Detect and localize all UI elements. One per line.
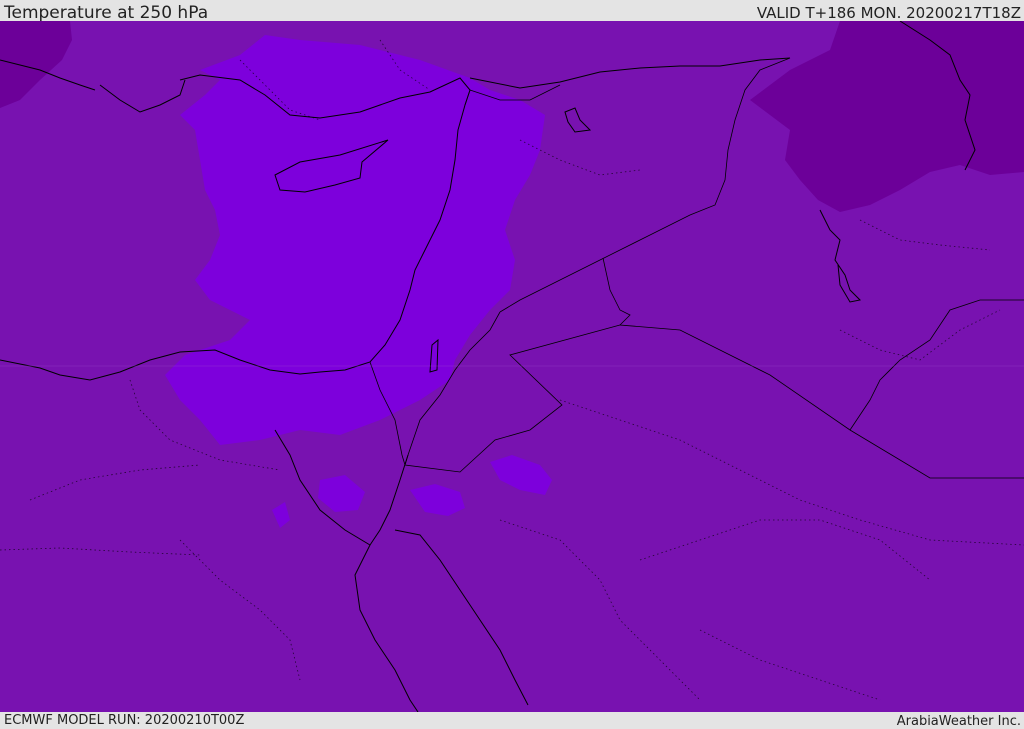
temperature-map [0,21,1024,712]
model-run-label: ECMWF MODEL RUN: 20200210T00Z [4,713,245,728]
bottom-footer-bar: ECMWF MODEL RUN: 20200210T00Z ArabiaWeat… [0,712,1024,729]
valid-time: VALID T+186 MON. 20200217T18Z [756,4,1021,22]
brand-label: ArabiaWeather Inc. [896,714,1021,729]
map-title: Temperature at 250 hPa [4,3,209,23]
top-header-bar: Temperature at 250 hPa VALID T+186 MON. … [0,0,1024,23]
